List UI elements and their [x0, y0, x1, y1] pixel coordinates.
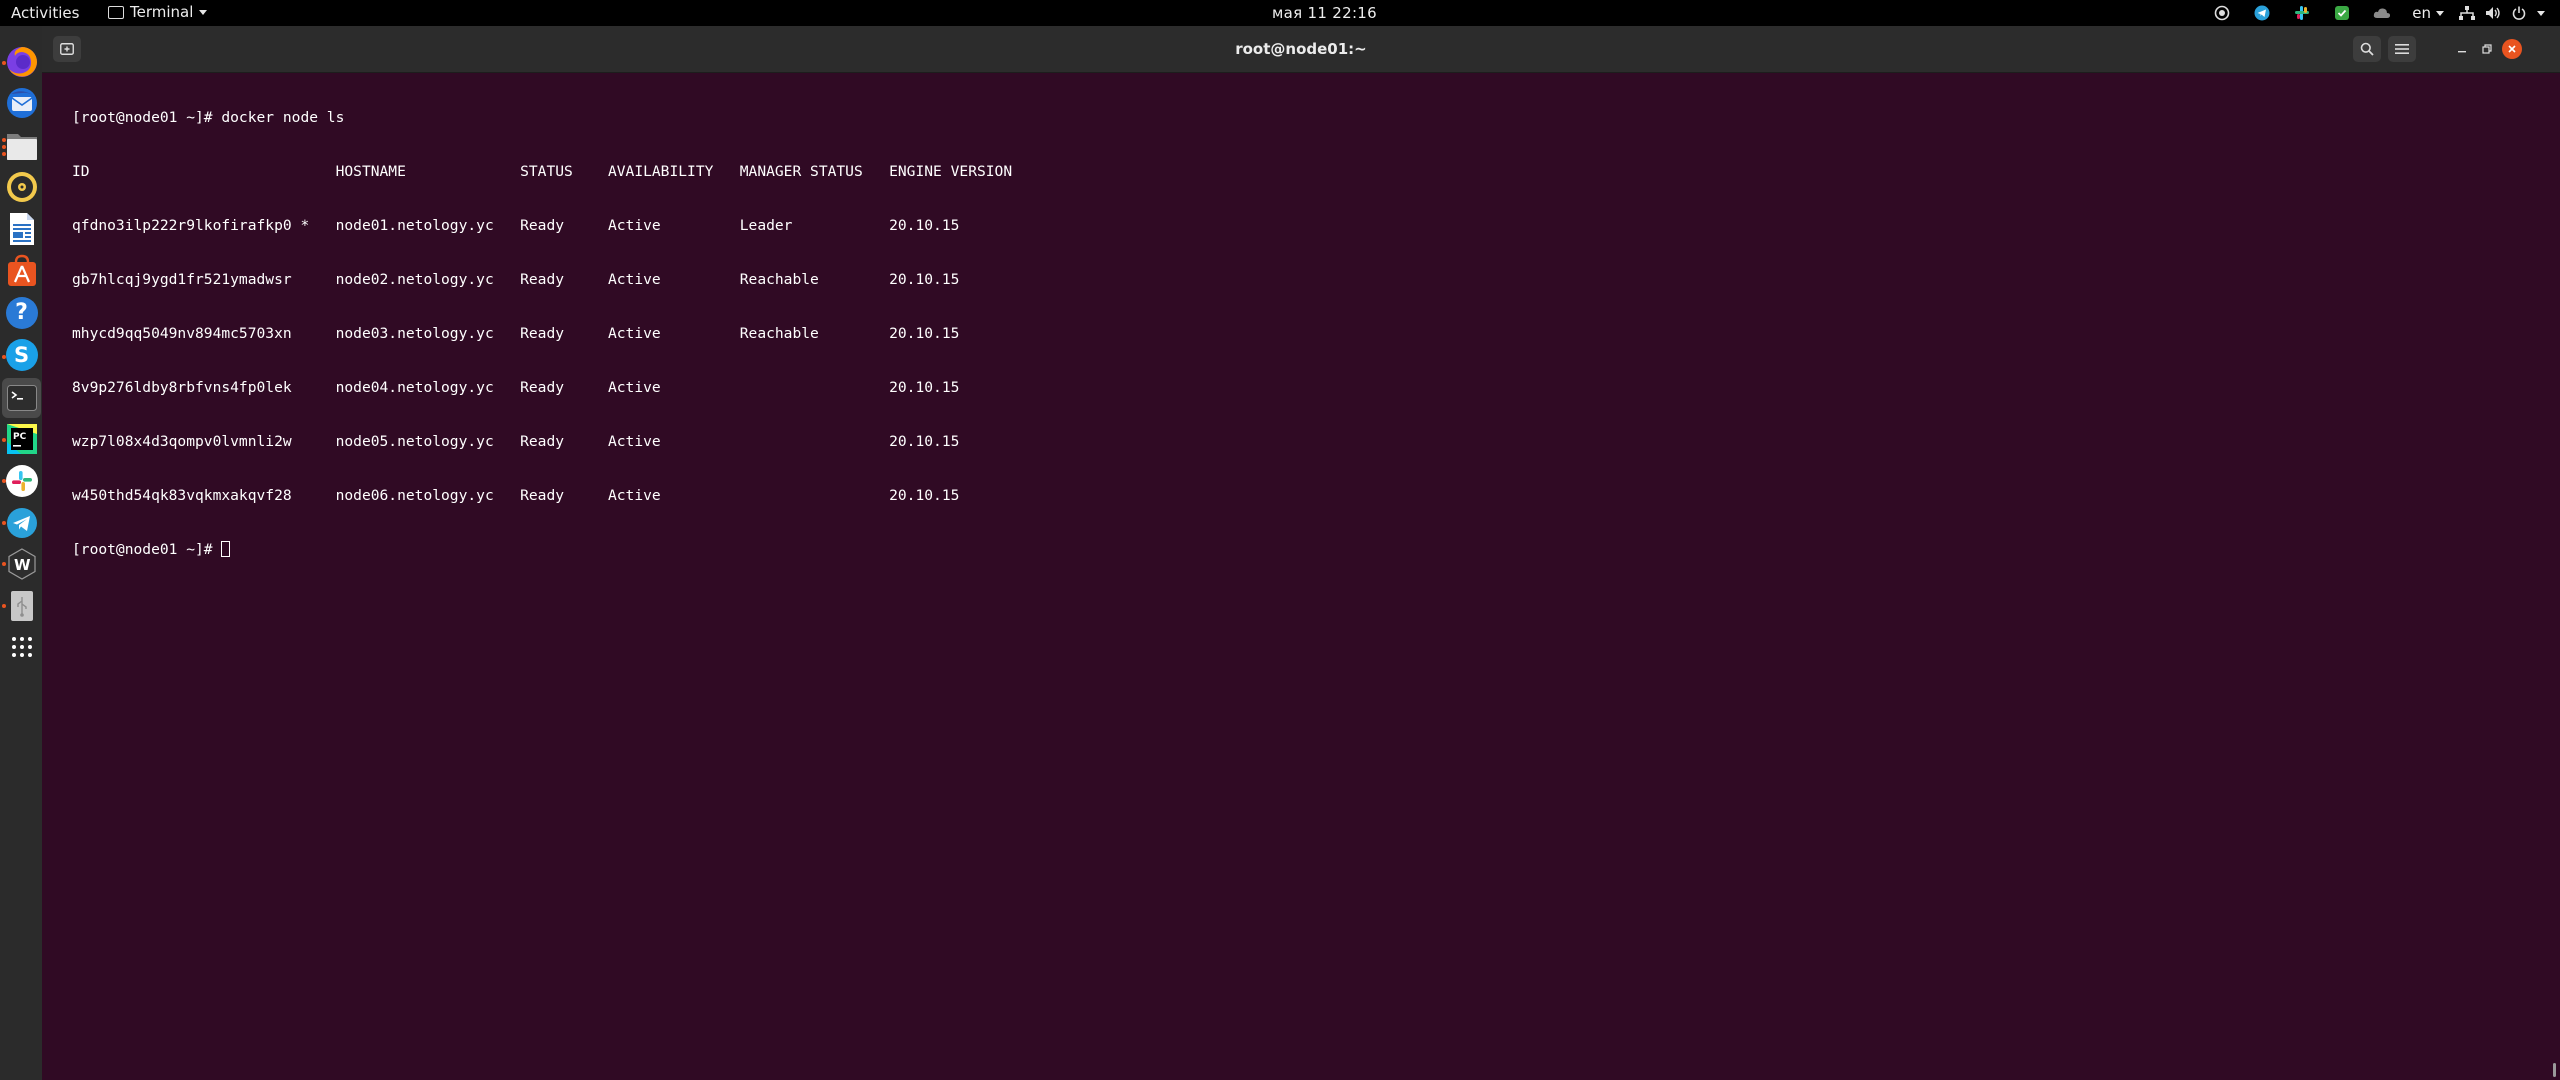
- volume-icon[interactable]: [2480, 2, 2506, 24]
- maximize-button[interactable]: [2477, 39, 2497, 59]
- chevron-down-icon: [2436, 10, 2444, 16]
- restore-icon: [2482, 44, 2492, 54]
- table-row: w450thd54qk83vqkmxakqvf28 node06.netolog…: [72, 487, 960, 504]
- app-grid-icon: [11, 636, 32, 657]
- clock[interactable]: мая 11 22:16: [1272, 4, 1377, 22]
- search-button[interactable]: [2353, 36, 2381, 62]
- dock-w-app[interactable]: W: [2, 544, 41, 583]
- terminal-output-area[interactable]: [root@node01 ~]# docker node ls ID HOSTN…: [42, 73, 2560, 1080]
- table-header: ID HOSTNAME STATUS AVAILABILITY MANAGER …: [72, 163, 1013, 180]
- table-row: wzp7l08x4d3qompv0lvmnli2w node05.netolog…: [72, 433, 960, 450]
- app-menu-label: Terminal: [130, 3, 194, 21]
- table-row: 8v9p276ldby8rbfvns4fp0lek node04.netolog…: [72, 379, 960, 396]
- dock-ubuntu-software[interactable]: [2, 251, 41, 290]
- writer-icon: [9, 212, 34, 245]
- dock-pycharm[interactable]: PC: [2, 419, 41, 458]
- files-icon: [6, 133, 37, 160]
- svg-text:PC: PC: [13, 432, 27, 442]
- scrollbar[interactable]: [2553, 1063, 2556, 1077]
- table-row: qfdno3ilp222r9lkofirafkp0 * node01.netol…: [72, 217, 960, 234]
- pycharm-icon: PC: [6, 423, 37, 454]
- table-row: mhycd9qq5049nv894mc5703xn node03.netolog…: [72, 325, 960, 342]
- search-icon: [2360, 42, 2374, 56]
- indicator-icon[interactable]: [2202, 2, 2242, 24]
- dock-usb-drive[interactable]: [2, 586, 41, 625]
- slack-icon: [5, 464, 38, 497]
- firefox-icon: [6, 46, 37, 77]
- terminal-window: root@node01:~ [root@node01 ~]# docker no…: [42, 26, 2560, 1080]
- terminal-icon: [6, 385, 37, 411]
- dock-terminal[interactable]: [2, 378, 41, 418]
- telegram-tray-icon[interactable]: [2242, 2, 2282, 24]
- prompt-line: [root@node01 ~]#: [72, 541, 1012, 559]
- dock: ? S PC W: [0, 26, 42, 1080]
- dock-telegram[interactable]: [2, 503, 41, 542]
- help-icon: ?: [5, 296, 38, 329]
- dock-skype[interactable]: S: [2, 335, 41, 374]
- prompt: [root@node01 ~]#: [72, 541, 222, 558]
- chevron-down-icon: [199, 9, 208, 15]
- thunderbird-icon: [6, 87, 37, 118]
- shield-tray-icon[interactable]: [2322, 2, 2362, 24]
- close-button[interactable]: [2502, 39, 2522, 59]
- terminal-text: [root@node01 ~]# docker node ls ID HOSTN…: [72, 73, 1012, 595]
- table-row: gb7hlcqj9ygd1fr521ymadwsr node02.netolog…: [72, 271, 960, 288]
- dock-firefox[interactable]: [2, 42, 41, 81]
- minimize-icon: [2458, 51, 2466, 53]
- svg-text:W: W: [14, 556, 31, 574]
- hamburger-menu-icon: [2395, 44, 2409, 54]
- power-icon[interactable]: [2506, 2, 2532, 24]
- text-cursor: [221, 541, 231, 557]
- network-icon[interactable]: [2454, 2, 2480, 24]
- terminal-icon: [108, 5, 124, 19]
- activities-button[interactable]: Activities: [11, 4, 79, 22]
- dock-files[interactable]: [2, 126, 41, 165]
- language-selector[interactable]: en: [2402, 4, 2454, 22]
- dock-libreoffice-writer[interactable]: [2, 209, 41, 248]
- cloud-tray-icon[interactable]: [2362, 2, 2402, 24]
- dock-slack[interactable]: [2, 461, 41, 500]
- app-menu[interactable]: Terminal: [108, 3, 208, 21]
- dock-thunderbird[interactable]: [2, 83, 41, 122]
- top-bar: Activities Terminal мая 11 22:16 en: [0, 0, 2560, 26]
- window-title: root@node01:~: [1235, 40, 1367, 58]
- language-label: en: [2412, 4, 2431, 22]
- rhythmbox-icon: [6, 171, 37, 202]
- menu-button[interactable]: [2388, 36, 2416, 62]
- system-menu-caret[interactable]: [2532, 2, 2550, 24]
- close-icon: [2508, 45, 2516, 53]
- software-store-icon: [7, 254, 36, 286]
- skype-icon: S: [5, 338, 38, 371]
- dock-help[interactable]: ?: [2, 293, 41, 332]
- minimize-button[interactable]: [2452, 39, 2472, 59]
- usb-drive-icon: [10, 590, 33, 621]
- telegram-icon: [6, 507, 37, 538]
- w-app-icon: W: [7, 547, 36, 580]
- show-applications-button[interactable]: [2, 627, 41, 666]
- dock-rhythmbox[interactable]: [2, 167, 41, 206]
- slack-tray-icon[interactable]: [2282, 2, 2322, 24]
- chevron-down-icon: [2537, 10, 2545, 16]
- header-bar: root@node01:~: [42, 26, 2560, 73]
- system-tray: en: [2202, 2, 2550, 24]
- command-line: [root@node01 ~]# docker node ls: [72, 109, 345, 126]
